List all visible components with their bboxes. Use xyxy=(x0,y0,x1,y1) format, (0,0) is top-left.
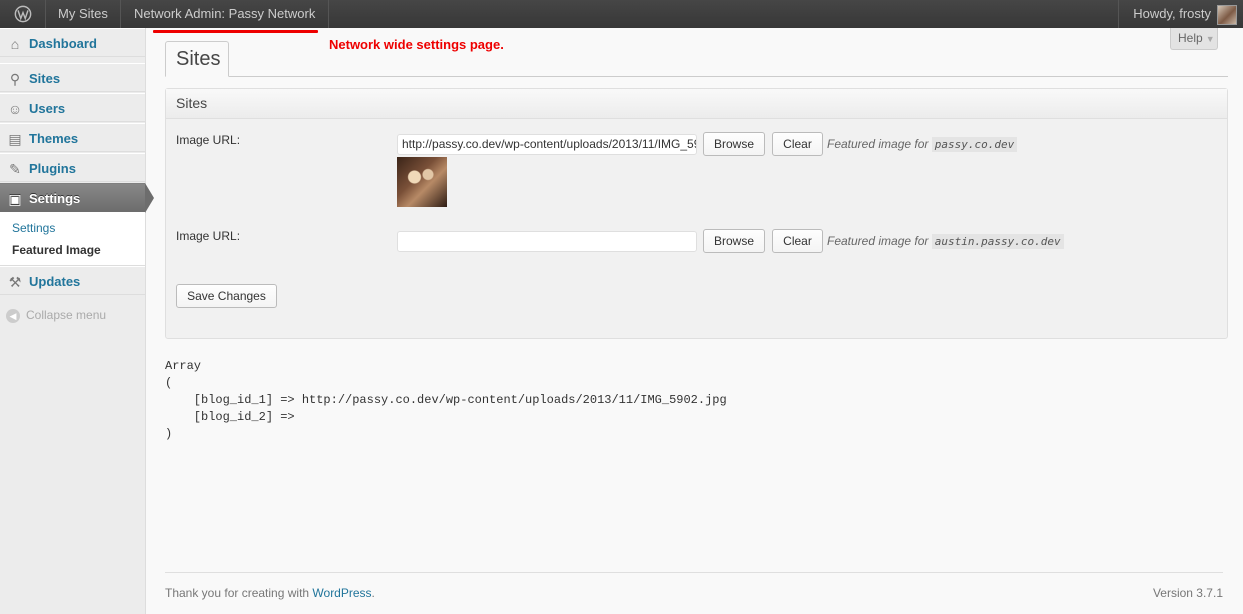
wordpress-logo-icon[interactable] xyxy=(0,0,46,28)
users-icon: ☺ xyxy=(7,101,23,117)
sidebar-item-label: Settings xyxy=(29,191,81,206)
clear-button[interactable]: Clear xyxy=(772,229,823,253)
debug-array-output: Array ( [blog_id_1] => http://passy.co.d… xyxy=(165,359,727,441)
sites-settings-box: Sites Image URL: http://passy.co.dev/wp-… xyxy=(165,88,1228,339)
current-menu-arrow xyxy=(145,183,154,213)
tab-divider xyxy=(165,76,1228,77)
submenu-item-settings[interactable]: Settings xyxy=(12,221,55,235)
footer-thanks-text: Thank you for creating with xyxy=(165,586,313,600)
clear-button[interactable]: Clear xyxy=(772,132,823,156)
wordpress-link[interactable]: WordPress xyxy=(312,586,371,600)
help-button[interactable]: Help ▼ xyxy=(1170,28,1218,50)
image-url-input[interactable] xyxy=(397,231,697,252)
my-sites-link[interactable]: My Sites xyxy=(46,0,121,28)
collapse-arrow-icon: ◀ xyxy=(6,308,20,323)
image-url-label: Image URL: xyxy=(176,133,241,147)
home-icon: ⌂ xyxy=(10,36,20,52)
avatar xyxy=(1217,4,1237,25)
sidebar-item-updates[interactable]: ⚒ Updates xyxy=(0,266,145,295)
plugins-icon: ✎ xyxy=(9,161,21,177)
themes-icon: ▤ xyxy=(8,131,22,147)
sidebar-item-themes[interactable]: ▤ Themes xyxy=(0,123,145,152)
featured-note-label: Featured image for xyxy=(827,137,929,151)
sidebar-item-label: Themes xyxy=(29,131,79,146)
image-url-label: Image URL: xyxy=(176,229,241,243)
sidebar-item-settings[interactable]: ▣ Settings xyxy=(0,183,145,212)
featured-image-note: Featured image for passy.co.dev xyxy=(827,137,1018,152)
help-label: Help xyxy=(1178,31,1203,45)
collapse-menu-label: Collapse menu xyxy=(26,308,107,322)
admin-bar: My Sites Network Admin: Passy Network Ho… xyxy=(0,0,1243,28)
sidebar-item-sites[interactable]: ⚲ Sites xyxy=(0,63,145,92)
browse-button[interactable]: Browse xyxy=(703,132,765,156)
admin-sidebar: ⌂ Dashboard ⚲ Sites ☺ Users ▤ Themes ✎ P… xyxy=(0,28,154,614)
site-domain: austin.passy.co.dev xyxy=(931,234,1064,249)
sidebar-item-users[interactable]: ☺ Users xyxy=(0,93,145,122)
image-url-input[interactable]: http://passy.co.dev/wp-content/uploads/2… xyxy=(397,134,697,155)
annotation-text: Network wide settings page. xyxy=(329,37,504,52)
site-domain: passy.co.dev xyxy=(931,137,1018,152)
sidebar-item-label: Updates xyxy=(29,274,81,289)
save-changes-button[interactable]: Save Changes xyxy=(176,284,277,308)
network-admin-link[interactable]: Network Admin: Passy Network xyxy=(121,0,330,28)
chevron-down-icon: ▼ xyxy=(1205,34,1215,44)
box-title: Sites xyxy=(166,89,1227,119)
sidebar-item-plugins[interactable]: ✎ Plugins xyxy=(0,153,145,182)
account-menu[interactable]: Howdy, frosty xyxy=(1118,0,1243,28)
footer-thanks: Thank you for creating with WordPress. xyxy=(165,586,375,600)
footer-divider xyxy=(165,572,1223,573)
featured-image-note: Featured image for austin.passy.co.dev xyxy=(827,234,1064,249)
sites-icon: ⚲ xyxy=(9,71,21,87)
sidebar-item-label: Users xyxy=(29,101,66,116)
settings-icon: ▣ xyxy=(8,191,22,207)
version-label: Version 3.7.1 xyxy=(1152,586,1223,600)
howdy-label: Howdy, frosty xyxy=(1133,6,1211,21)
sidebar-item-label: Plugins xyxy=(29,161,76,176)
sidebar-item-dashboard[interactable]: ⌂ Dashboard xyxy=(0,28,145,57)
featured-note-label: Featured image for xyxy=(827,234,929,248)
settings-submenu: Settings Featured Image xyxy=(0,212,145,266)
annotation-underline xyxy=(153,30,318,33)
featured-image-thumbnail xyxy=(397,157,447,207)
footer-period: . xyxy=(371,586,375,600)
sidebar-item-label: Dashboard xyxy=(29,36,97,51)
browse-button[interactable]: Browse xyxy=(703,229,765,253)
tab-sites[interactable]: Sites xyxy=(165,41,229,77)
submenu-item-featured-image[interactable]: Featured Image xyxy=(12,243,101,257)
updates-icon: ⚒ xyxy=(8,274,22,290)
collapse-menu-button[interactable]: ◀ Collapse menu xyxy=(6,307,106,323)
sidebar-item-label: Sites xyxy=(29,71,61,86)
